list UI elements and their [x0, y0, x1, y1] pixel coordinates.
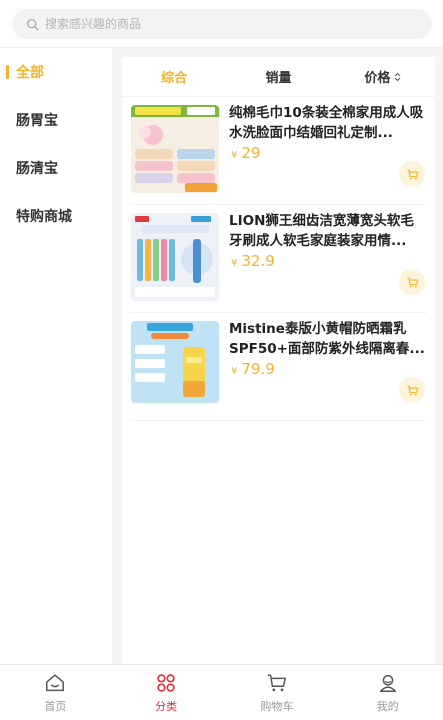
- category-sidebar: 全部 肠胃宝 肠清宝 特购商城: [0, 48, 112, 664]
- category-icon: [157, 673, 175, 692]
- search-icon: [26, 18, 39, 30]
- sort-bar: 综合 销量 价格: [122, 57, 435, 97]
- sidebar-item-label: 肠胃宝: [16, 113, 58, 129]
- product-title[interactable]: 纯棉毛巾10条装全棉家用成人吸水洗脸面巾结婚回礼定制...: [229, 103, 425, 143]
- search-input[interactable]: [45, 17, 405, 31]
- cart-icon: [267, 673, 286, 691]
- currency-symbol: ¥: [231, 366, 238, 377]
- sort-sales-tab[interactable]: 销量: [226, 67, 330, 86]
- product-price: ¥79.9: [231, 360, 275, 378]
- add-to-cart-button[interactable]: [399, 161, 425, 187]
- product-price: ¥32.9: [231, 252, 275, 270]
- sort-comprehensive-tab[interactable]: 综合: [122, 67, 226, 86]
- bottom-tab-bar: 首页 分类 购物车 我的: [0, 664, 443, 720]
- price-value: 32.9: [241, 252, 275, 270]
- profile-icon: [379, 674, 396, 692]
- tab-home[interactable]: 首页: [0, 665, 111, 720]
- add-to-cart-button[interactable]: [399, 269, 425, 295]
- tab-label: 购物车: [260, 699, 294, 713]
- tab-profile[interactable]: 我的: [332, 665, 443, 720]
- cart-icon: [406, 276, 418, 288]
- currency-symbol: ¥: [231, 258, 238, 269]
- cart-icon: [406, 384, 418, 396]
- search-box[interactable]: [12, 9, 432, 39]
- add-to-cart-button[interactable]: [399, 377, 425, 403]
- sort-sales-label: 销量: [265, 71, 292, 86]
- towel-product-image[interactable]: [131, 105, 219, 193]
- sunscreen-product-image[interactable]: [131, 321, 219, 403]
- price-value: 29: [241, 144, 261, 162]
- sort-price-label: 价格: [364, 71, 391, 86]
- product-price: ¥29: [231, 144, 260, 162]
- tab-label: 分类: [155, 699, 178, 713]
- tab-label: 首页: [44, 699, 67, 713]
- product-panel: 综合 销量 价格 纯棉毛巾10条装全棉家用成人吸水洗脸面巾结婚回礼定制... ¥…: [122, 57, 435, 664]
- sidebar-item-changweibao[interactable]: 肠胃宝: [0, 96, 112, 144]
- product-title[interactable]: LION狮王细齿洁宽薄宽头软毛牙刷成人软毛家庭装家用情...: [229, 211, 425, 251]
- product-item[interactable]: Mistine泰版小黄帽防晒霜乳SPF50+面部防紫外线隔离春... ¥79.9: [130, 313, 427, 421]
- sidebar-item-label: 特购商城: [16, 209, 72, 225]
- sidebar-item-changqingbao[interactable]: 肠清宝: [0, 144, 112, 192]
- product-item[interactable]: 纯棉毛巾10条装全棉家用成人吸水洗脸面巾结婚回礼定制... ¥29: [130, 97, 427, 205]
- product-item[interactable]: LION狮王细齿洁宽薄宽头软毛牙刷成人软毛家庭装家用情... ¥32.9: [130, 205, 427, 313]
- top-bar: [0, 0, 443, 48]
- product-title[interactable]: Mistine泰版小黄帽防晒霜乳SPF50+面部防紫外线隔离春...: [229, 319, 425, 359]
- cart-icon: [406, 168, 418, 180]
- currency-symbol: ¥: [231, 150, 238, 161]
- home-icon: [46, 673, 65, 691]
- sidebar-item-label: 全部: [16, 65, 44, 81]
- sidebar-item-special-mall[interactable]: 特购商城: [0, 192, 112, 240]
- sort-comprehensive-label: 综合: [161, 71, 188, 86]
- toothbrush-product-image[interactable]: [131, 213, 219, 301]
- sidebar-item-label: 肠清宝: [16, 161, 58, 177]
- sort-arrows-icon: [394, 72, 401, 81]
- price-value: 79.9: [241, 360, 275, 378]
- tab-label: 我的: [376, 699, 399, 713]
- sort-price-tab[interactable]: 价格: [331, 67, 435, 86]
- sidebar-item-all[interactable]: 全部: [0, 48, 112, 96]
- tab-cart[interactable]: 购物车: [222, 665, 333, 720]
- tab-category[interactable]: 分类: [111, 665, 222, 720]
